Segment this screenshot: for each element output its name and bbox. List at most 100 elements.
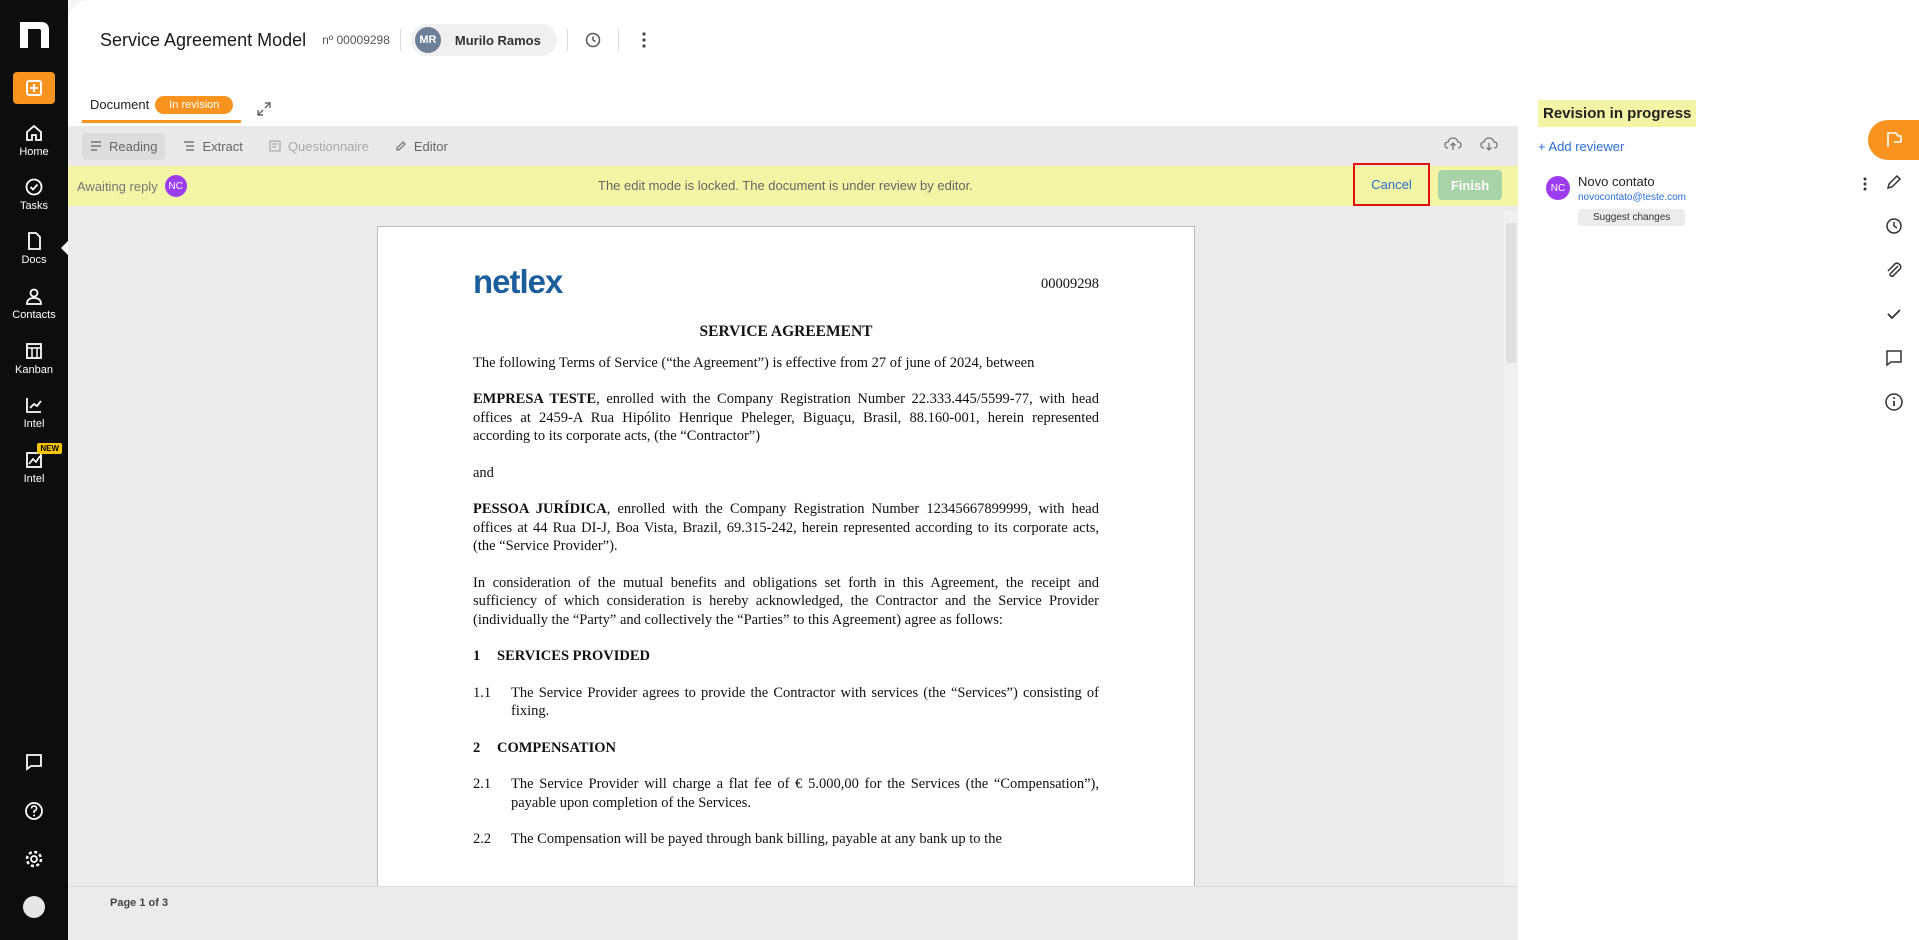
revision-panel: Revision in progress + Add reviewer NC N… bbox=[1538, 100, 1867, 234]
kebab-icon bbox=[642, 32, 646, 48]
help-icon bbox=[25, 802, 43, 820]
lines-icon bbox=[91, 141, 101, 151]
cancel-button[interactable]: Cancel bbox=[1353, 163, 1430, 206]
sidebar-item-label: Kanban bbox=[15, 363, 53, 376]
history-button[interactable] bbox=[578, 25, 608, 55]
clause-text: The Compensation will be payed through b… bbox=[511, 831, 1002, 847]
info-icon bbox=[1884, 393, 1903, 411]
lock-message: The edit mode is locked. The document is… bbox=[598, 178, 973, 193]
cloud-download-icon[interactable] bbox=[1480, 136, 1498, 152]
view-toolbar: Reading Extract Questionnaire Editor bbox=[68, 126, 1518, 166]
tab-extract[interactable]: Extract bbox=[175, 133, 250, 160]
more-options-button[interactable] bbox=[629, 25, 659, 55]
owner-name: Murilo Ramos bbox=[454, 32, 541, 48]
home-icon bbox=[26, 124, 42, 141]
document-viewer[interactable]: netlex 00009298 SERVICE AGREEMENT The fo… bbox=[68, 206, 1518, 886]
sidebar-item-label: Intel bbox=[23, 472, 45, 485]
intro-paragraph: The following Terms of Service (“the Agr… bbox=[473, 354, 1035, 371]
edit-icon bbox=[396, 141, 406, 151]
sidebar-item-docs[interactable]: Docs bbox=[0, 222, 69, 274]
header: Service Agreement Model nº 00009298 MR M… bbox=[68, 0, 1919, 80]
sidebar-item-label: Tasks bbox=[19, 199, 49, 212]
party1-name: EMPRESA TESTE bbox=[473, 391, 597, 407]
clause: 2.2 The Compensation will be payed throug… bbox=[473, 830, 1099, 849]
cloud-upload-icon[interactable] bbox=[1444, 136, 1462, 152]
sidebar-item-label: Docs bbox=[21, 253, 47, 266]
sidebar-item-intel-new[interactable]: NEW Intel bbox=[0, 441, 68, 493]
new-badge: NEW bbox=[37, 443, 62, 454]
netlex-logo-icon[interactable] bbox=[17, 18, 53, 50]
netlex-document-logo: netlex bbox=[473, 263, 563, 300]
info-tool-button[interactable] bbox=[1868, 380, 1919, 424]
document-tabs: Document In revision bbox=[82, 94, 279, 124]
profile-avatar[interactable] bbox=[0, 895, 68, 919]
sidebar-item-kanban[interactable]: Kanban bbox=[0, 332, 68, 384]
settings-button[interactable] bbox=[0, 849, 68, 869]
clause-number: 2.1 bbox=[473, 776, 492, 792]
main-area: Service Agreement Model nº 00009298 MR M… bbox=[68, 0, 1919, 940]
divider bbox=[566, 29, 568, 51]
document-footer: Page 1 of 3 bbox=[68, 886, 1518, 940]
user-icon bbox=[26, 288, 42, 305]
history-tool-button[interactable] bbox=[1868, 204, 1919, 248]
history-icon bbox=[585, 32, 601, 48]
sidebar-item-contacts[interactable]: Contacts bbox=[0, 277, 68, 329]
divider bbox=[617, 29, 619, 51]
reviewer-email[interactable]: novocontato@teste.com bbox=[1578, 192, 1838, 203]
tab-reading-label: Reading bbox=[109, 138, 158, 154]
sign-tool-button[interactable] bbox=[1868, 160, 1919, 204]
revision-flow-icon bbox=[1886, 132, 1902, 147]
sidebar-item-label: Intel bbox=[23, 417, 45, 430]
and-paragraph: and bbox=[473, 464, 494, 481]
tab-document[interactable]: Document In revision bbox=[82, 95, 242, 123]
reviewer-avatar: NC bbox=[1546, 176, 1570, 200]
add-reviewer-link[interactable]: + Add reviewer bbox=[1538, 139, 1838, 154]
expand-button[interactable] bbox=[249, 94, 279, 124]
approve-tool-button[interactable] bbox=[1868, 292, 1919, 336]
right-rail bbox=[1868, 120, 1919, 424]
reviewer-avatar-small: NC bbox=[164, 175, 187, 197]
gear-icon bbox=[25, 850, 43, 868]
history-icon bbox=[1885, 218, 1902, 234]
pen-icon bbox=[1886, 174, 1901, 190]
section-title: SERVICES PROVIDED bbox=[497, 648, 650, 664]
help-button[interactable] bbox=[0, 801, 68, 821]
chat-icon bbox=[26, 754, 42, 771]
tab-editor-label: Editor bbox=[413, 138, 448, 154]
check-icon bbox=[1886, 309, 1901, 320]
form-icon bbox=[269, 140, 281, 152]
clause-text: The Service Provider agrees to provide t… bbox=[511, 684, 1099, 720]
section-title: COMPENSATION bbox=[497, 739, 616, 756]
expand-icon bbox=[257, 102, 272, 116]
party2-name: PESSOA JURÍDICA bbox=[473, 501, 607, 517]
chat-button[interactable] bbox=[0, 752, 68, 772]
divider bbox=[399, 29, 401, 51]
reviewer-card: NC Novo contato novocontato@teste.com Su… bbox=[1538, 174, 1867, 234]
comments-tool-button[interactable] bbox=[1868, 336, 1919, 380]
tab-extract-label: Extract bbox=[202, 138, 243, 154]
new-document-icon bbox=[26, 80, 42, 96]
tab-editor[interactable]: Editor bbox=[387, 133, 456, 160]
sidebar-item-label: Home bbox=[19, 145, 49, 158]
file-icon bbox=[28, 231, 41, 250]
sidebar-item-intel[interactable]: Intel bbox=[0, 386, 68, 438]
tab-questionnaire[interactable]: Questionnaire bbox=[261, 133, 377, 160]
page-indicator: Page 1 of 3 bbox=[110, 897, 169, 909]
avatar: MR bbox=[414, 27, 441, 53]
new-document-button[interactable] bbox=[13, 72, 55, 104]
clause-text: The Service Provider will charge a flat … bbox=[511, 776, 1099, 811]
party2-paragraph: PESSOA JURÍDICA, enrolled with the Compa… bbox=[473, 500, 1099, 556]
owner-chip[interactable]: MR Murilo Ramos bbox=[410, 24, 557, 56]
status-badge: In revision bbox=[155, 95, 234, 114]
revision-tool-button[interactable] bbox=[1868, 120, 1919, 160]
attachments-tool-button[interactable] bbox=[1868, 248, 1919, 292]
sidebar-item-home[interactable]: Home bbox=[0, 114, 68, 166]
revision-status: Revision in progress bbox=[1538, 100, 1697, 127]
scrollbar-thumb[interactable] bbox=[1506, 223, 1516, 363]
tab-reading[interactable]: Reading bbox=[82, 132, 166, 160]
finish-button[interactable]: Finish bbox=[1438, 170, 1502, 200]
document-scrollbar[interactable] bbox=[1504, 211, 1518, 891]
clause-number: 1.1 bbox=[473, 684, 492, 701]
list-icon bbox=[184, 141, 195, 151]
sidebar-item-tasks[interactable]: Tasks bbox=[0, 168, 68, 220]
